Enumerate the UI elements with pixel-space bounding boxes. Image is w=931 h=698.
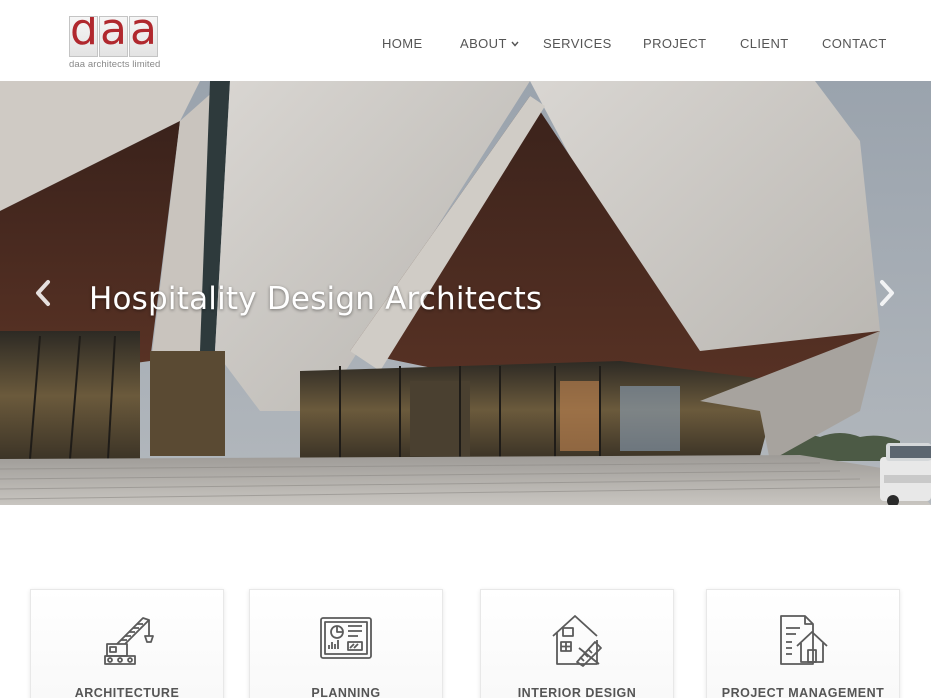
- chevron-left-icon[interactable]: [32, 276, 56, 310]
- nav-services-label: SERVICES: [543, 36, 612, 51]
- hero-slider: Hospitality Design Architects: [0, 81, 931, 505]
- site-header: d a a daa architects limited HOME ABOUT …: [0, 0, 931, 81]
- nav-about-label: ABOUT: [460, 36, 507, 51]
- nav-services[interactable]: SERVICES: [543, 36, 612, 51]
- service-label: PROJECT MANAGEMENT: [721, 686, 885, 698]
- nav-home[interactable]: HOME: [382, 36, 423, 51]
- crane-icon: [99, 612, 155, 668]
- service-card-planning[interactable]: PLANNING: [249, 589, 443, 698]
- nav-home-label: HOME: [382, 36, 423, 51]
- service-card-architecture[interactable]: ARCHITECTURE: [30, 589, 224, 698]
- nav-contact[interactable]: CONTACT: [822, 36, 887, 51]
- nav-about[interactable]: ABOUT: [460, 36, 519, 51]
- nav-client-label: CLIENT: [740, 36, 789, 51]
- chevron-down-icon: [511, 39, 519, 50]
- service-label: PLANNING: [311, 686, 381, 698]
- house-design-icon: [549, 612, 605, 668]
- chevron-right-icon[interactable]: [874, 276, 898, 310]
- service-card-project-management[interactable]: PROJECT MANAGEMENT: [706, 589, 900, 698]
- nav-project-label: PROJECT: [643, 36, 707, 51]
- service-label: ARCHITECTURE: [74, 686, 180, 698]
- logo-tagline: daa architects limited: [69, 59, 161, 70]
- nav-project[interactable]: PROJECT: [643, 36, 706, 51]
- nav-contact-label: CONTACT: [822, 36, 887, 51]
- nav-client[interactable]: CLIENT: [740, 36, 789, 51]
- blueprint-icon: [318, 612, 374, 668]
- service-card-interior-design[interactable]: INTERIOR DESIGN: [480, 589, 674, 698]
- document-house-icon: [775, 612, 831, 668]
- main-nav: HOME ABOUT SERVICES PROJECT CLIENT CONTA…: [0, 36, 931, 54]
- service-label: INTERIOR DESIGN: [517, 686, 637, 698]
- services-section: ARCHITECTURE PLANNING INTERIOR DESIGN PR…: [0, 589, 931, 698]
- hero-caption: Hospitality Design Architects: [89, 281, 543, 317]
